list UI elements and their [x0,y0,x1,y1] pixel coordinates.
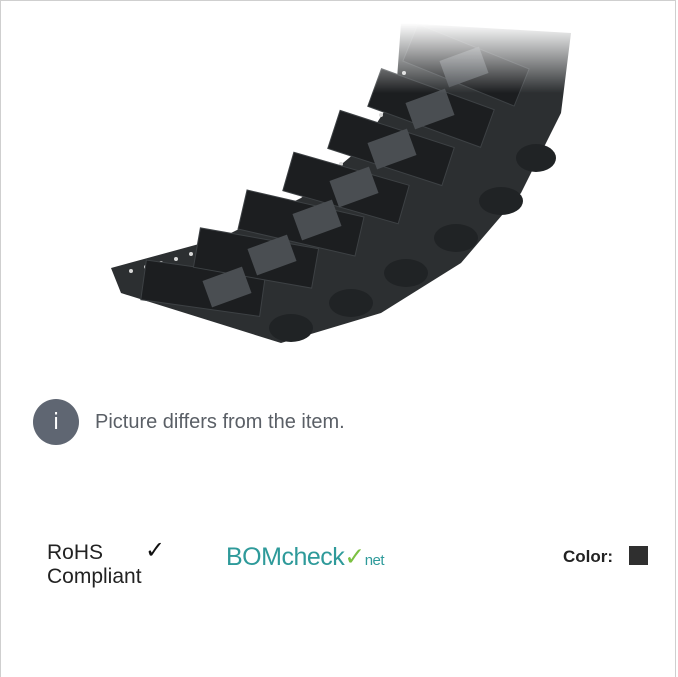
notice-text: Picture differs from the item. [95,410,345,433]
checkmark-icon: ✓ [145,536,166,564]
color-swatch [629,546,648,565]
bomcheck-logo-part2: check [281,543,345,571]
color-label: Color: [563,547,614,566]
bomcheck-logo-part4: net [364,552,385,569]
notice-row: i Picture differs from the item. [33,394,345,450]
bomcheck-logo[interactable]: BOMcheck✓net [226,542,385,572]
info-icon: i [33,399,79,445]
product-image [101,23,581,373]
rohs-label: RoHS [47,541,104,564]
product-card: i Picture differs from the item. RoHS Co… [0,0,676,677]
rohs-badge: RoHS Compliant ✓ [47,538,165,589]
info-glyph: i [52,409,60,435]
bomcheck-check-icon: ✓ [344,543,365,571]
bomcheck-logo-part1: BOM [226,543,282,571]
rohs-compliant-label: Compliant [47,565,142,588]
